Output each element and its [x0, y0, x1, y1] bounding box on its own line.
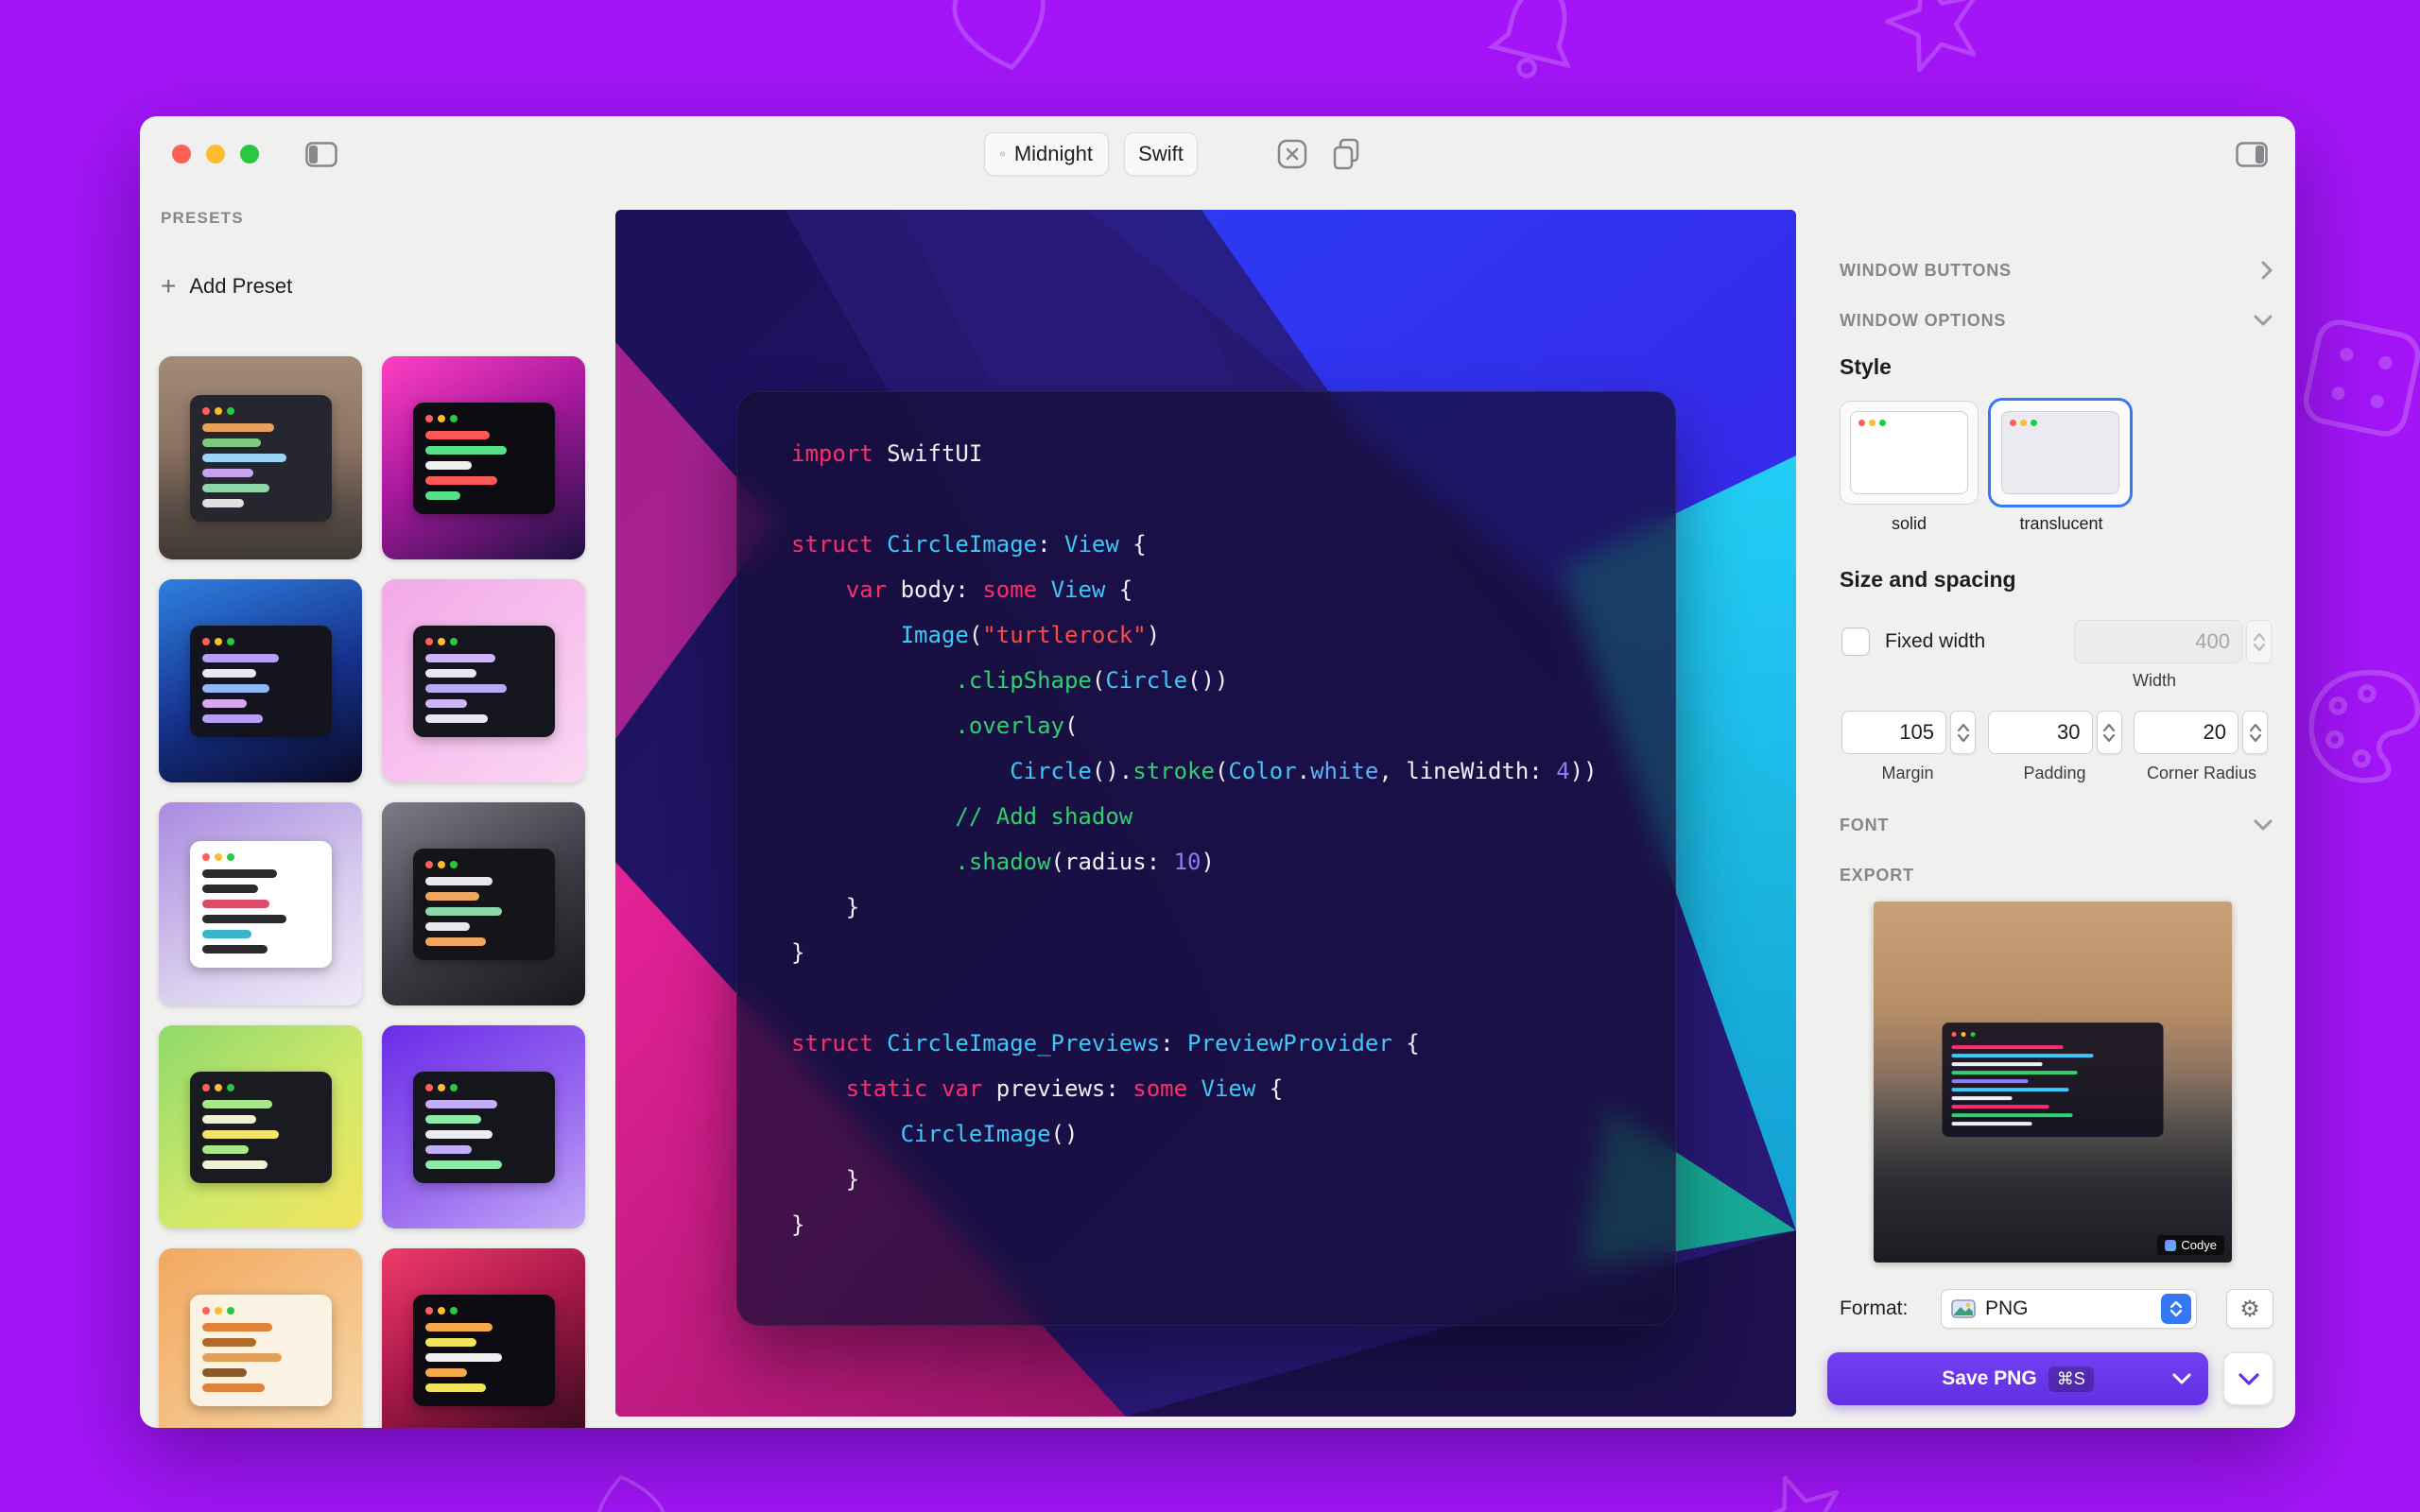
- size-spacing-header: Size and spacing: [1840, 567, 2016, 593]
- minimize-window-button[interactable]: [206, 145, 225, 163]
- add-preset-label: Add Preset: [189, 274, 292, 299]
- preset-thumbnail[interactable]: [382, 356, 585, 559]
- style-header: Style: [1840, 354, 1892, 380]
- preset-thumbnail[interactable]: [382, 802, 585, 1005]
- preset-thumbnail[interactable]: [159, 579, 362, 782]
- heart-icon: [924, 0, 1080, 97]
- width-input[interactable]: [2074, 620, 2242, 663]
- save-button[interactable]: Save PNG ⌘S: [1827, 1352, 2208, 1405]
- zoom-window-button[interactable]: [240, 145, 259, 163]
- theme-icon: [1000, 142, 1005, 166]
- width-stepper[interactable]: [2246, 620, 2272, 663]
- app-window: Midnight Swift PRESETS +: [140, 116, 2295, 1428]
- margin-caption: Margin: [1841, 764, 1974, 783]
- font-section[interactable]: FONT: [1840, 806, 2273, 844]
- corner-radius-stepper[interactable]: [2242, 711, 2268, 754]
- style-option-translucent[interactable]: [1991, 401, 2130, 505]
- preset-thumbnail[interactable]: [159, 1025, 362, 1228]
- export-settings-button[interactable]: ⚙: [2226, 1289, 2273, 1329]
- export-header: EXPORT: [1840, 866, 1914, 885]
- padding-caption: Padding: [1989, 764, 2121, 783]
- save-label: Save PNG: [1942, 1367, 2036, 1390]
- margin-stepper[interactable]: [1950, 711, 1976, 754]
- corner-radius-caption: Corner Radius: [2135, 764, 2268, 783]
- copy-icon: [1331, 137, 1361, 171]
- presets-sidebar: PRESETS + Add Preset: [140, 192, 615, 1428]
- export-preview-lines: [1951, 1045, 2154, 1125]
- preset-thumbnail[interactable]: [159, 802, 362, 1005]
- presets-header: PRESETS: [161, 209, 244, 228]
- width-caption: Width: [2070, 671, 2238, 691]
- preset-thumbnail[interactable]: [382, 579, 585, 782]
- export-options-button[interactable]: [2223, 1352, 2273, 1405]
- window-buttons-header: WINDOW BUTTONS: [1840, 261, 2012, 281]
- copy-button[interactable]: [1323, 116, 1369, 192]
- inspector-panel: WINDOW BUTTONS WINDOW OPTIONS Style soli…: [1840, 192, 2273, 1428]
- window-options-section[interactable]: WINDOW OPTIONS: [1840, 301, 2273, 339]
- sidebar-icon: [305, 142, 337, 167]
- watermark-label: Codye: [2181, 1238, 2217, 1252]
- style-caption-solid: solid: [1840, 514, 1979, 534]
- export-section: EXPORT: [1840, 856, 2273, 894]
- plus-icon: +: [161, 273, 176, 300]
- padding-stepper[interactable]: [2097, 711, 2122, 754]
- window-options-header: WINDOW OPTIONS: [1840, 311, 2006, 331]
- toggle-sidebar-button[interactable]: [302, 116, 340, 192]
- format-value: PNG: [1985, 1297, 2152, 1320]
- artboard-preview: import SwiftUI struct CircleImage: View …: [615, 210, 1796, 1417]
- watermark-logo-icon: [2165, 1240, 2176, 1251]
- window-buttons-section[interactable]: WINDOW BUTTONS: [1840, 251, 2273, 289]
- traffic-lights: [172, 116, 259, 192]
- clear-button[interactable]: [1271, 116, 1313, 192]
- export-preview: Codye: [1874, 902, 2232, 1263]
- style-caption-translucent: translucent: [1991, 514, 2132, 534]
- theme-selector-button[interactable]: Midnight: [984, 132, 1109, 176]
- preset-thumbnail[interactable]: [382, 1248, 585, 1428]
- margin-input[interactable]: [1841, 711, 1946, 754]
- style-option-solid[interactable]: [1840, 401, 1979, 505]
- export-preview-code-card: [1942, 1022, 2164, 1137]
- keyboard-shortcut-badge: ⌘S: [2048, 1366, 2094, 1392]
- clear-icon: [1276, 138, 1308, 170]
- fixed-width-checkbox[interactable]: [1841, 627, 1870, 656]
- dropdown-arrows-icon: [2161, 1294, 2191, 1324]
- translucent-window-preview: [2001, 411, 2119, 494]
- preset-thumbnail[interactable]: [159, 356, 362, 559]
- solid-window-preview: [1850, 411, 1968, 494]
- chevron-down-icon: [2253, 818, 2273, 832]
- close-window-button[interactable]: [172, 145, 191, 163]
- language-selector-button[interactable]: Swift: [1124, 132, 1198, 176]
- palette-icon: [2290, 653, 2420, 802]
- corner-radius-input[interactable]: [2134, 711, 2238, 754]
- format-label: Format:: [1840, 1297, 1908, 1320]
- preset-thumbnail[interactable]: [159, 1248, 362, 1428]
- font-header: FONT: [1840, 816, 1889, 835]
- save-options-chevron-icon: [2172, 1373, 2191, 1384]
- add-preset-button[interactable]: + Add Preset: [161, 273, 292, 300]
- toggle-inspector-button[interactable]: [2231, 116, 2273, 192]
- code-block: import SwiftUI struct CircleImage: View …: [791, 431, 1676, 1247]
- fixed-width-label: Fixed width: [1885, 630, 1985, 653]
- bell-icon: [1467, 0, 1606, 102]
- theme-name-label: Midnight: [1014, 142, 1093, 166]
- chevron-down-icon: [2238, 1373, 2259, 1385]
- format-dropdown[interactable]: PNG: [1941, 1289, 2197, 1329]
- dice-icon: [2282, 300, 2420, 461]
- preset-thumbnail[interactable]: [382, 1025, 585, 1228]
- titlebar: Midnight Swift: [140, 116, 2295, 192]
- watermark: Codye: [2157, 1235, 2224, 1255]
- padding-input[interactable]: [1988, 711, 2093, 754]
- star-icon: [1868, 0, 2004, 94]
- chevron-right-icon: [2260, 260, 2273, 281]
- heart-icon: [567, 1453, 689, 1512]
- image-icon: [1951, 1299, 1976, 1318]
- language-name-label: Swift: [1138, 142, 1184, 166]
- chevron-down-icon: [2253, 314, 2273, 327]
- preset-grid: [159, 356, 585, 1428]
- gear-icon: ⚙: [2239, 1296, 2260, 1323]
- star-icon: [1734, 1452, 1869, 1512]
- code-window[interactable]: import SwiftUI struct CircleImage: View …: [736, 391, 1676, 1326]
- right-panel-icon: [2236, 142, 2268, 167]
